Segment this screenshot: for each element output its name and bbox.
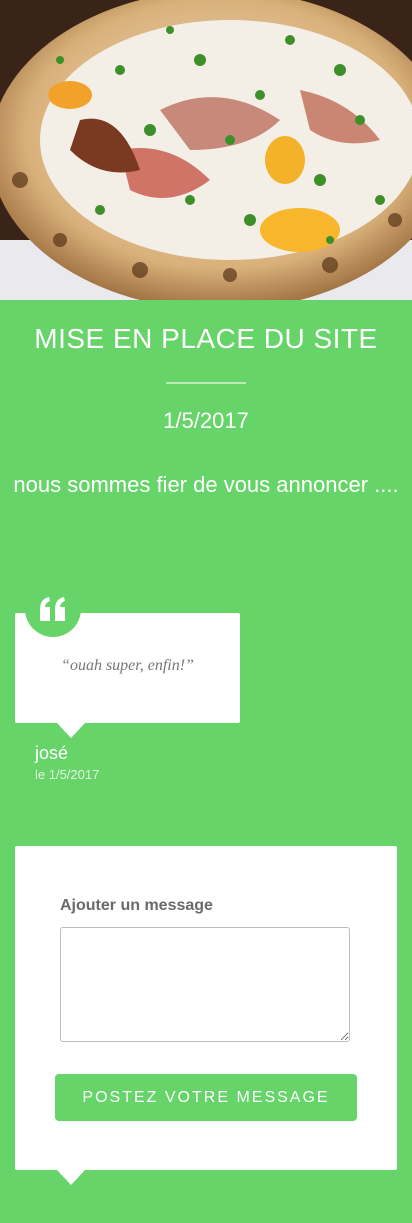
title-divider — [166, 382, 246, 384]
post-title: MISE EN PLACE DU SITE — [34, 323, 378, 354]
post-date: 1/5/2017 — [163, 408, 249, 433]
comment-author: josé — [35, 743, 69, 763]
post-body: nous sommes fier de vous annoncer .... — [13, 472, 399, 497]
message-form: Ajouter un message POSTEZ VOTRE MESSAGE — [15, 846, 397, 1185]
comment-text: “ouah super, enfin!” — [61, 657, 194, 674]
submit-message-button[interactable]: POSTEZ VOTRE MESSAGE — [55, 1074, 357, 1121]
comment-date: le 1/5/2017 — [35, 767, 100, 782]
pizza-photo — [0, 0, 412, 300]
message-textarea[interactable] — [60, 927, 350, 1042]
message-label: Ajouter un message — [60, 897, 213, 914]
hero-image — [0, 0, 412, 300]
quote-icon — [25, 581, 81, 637]
